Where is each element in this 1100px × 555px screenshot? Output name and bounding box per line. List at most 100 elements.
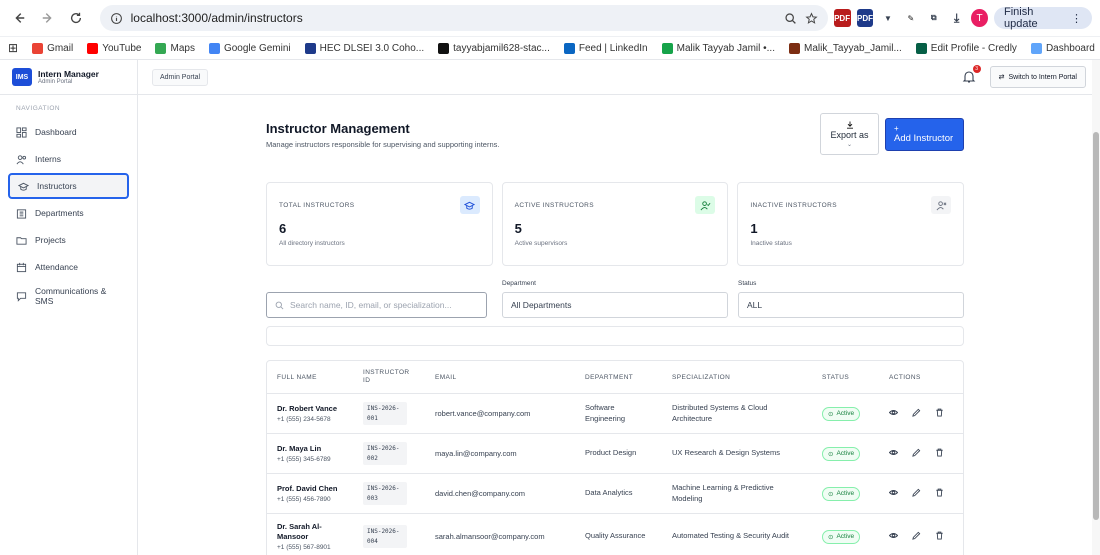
bookmark-label: Edit Profile - Credly [930, 42, 1017, 54]
status-cell: ⊙ Active [812, 486, 879, 501]
actions-cell [879, 488, 963, 499]
delete-trash-icon[interactable] [935, 448, 944, 459]
check-circle-icon: ⊙ [828, 450, 834, 458]
brand-title: Intern Manager [38, 69, 99, 79]
bookmark-label: YouTube [102, 42, 142, 54]
edit-pencil-icon[interactable] [912, 531, 921, 542]
bookmark-item[interactable]: Feed | LinkedIn [563, 42, 648, 54]
actions-cell [879, 448, 963, 459]
sidebar-item-projects[interactable]: Projects [8, 227, 129, 253]
status-label: Active [836, 450, 855, 457]
back-button[interactable] [8, 6, 31, 30]
instructor-specialization: Machine Learning & Predictive Modeling [672, 483, 774, 503]
bookmark-item[interactable]: Maps [155, 42, 195, 54]
id-cell: INS-2026-002 [353, 441, 425, 466]
delete-trash-icon[interactable] [935, 408, 944, 419]
table-header: FULL NAME INSTRUCTOR ID EMAIL DEPARTMENT… [267, 361, 963, 393]
add-instructor-button[interactable]: + Add Instructor [885, 118, 964, 151]
bookmark-item[interactable]: Gmail [32, 42, 73, 54]
apps-grid-icon[interactable]: ⊞ [8, 41, 18, 55]
stat-label: INACTIVE INSTRUCTORS [750, 202, 837, 209]
stats-row: TOTAL INSTRUCTORS 6 All directory instru… [266, 182, 965, 266]
sidebar-item-instructors[interactable]: Instructors [8, 173, 129, 199]
edit-pencil-icon[interactable] [912, 448, 921, 459]
instructor-specialization: Automated Testing & Security Audit [672, 531, 790, 541]
stat-subtext: Active supervisors [514, 240, 568, 247]
sidebar-item-departments[interactable]: Departments [8, 200, 129, 226]
view-eye-icon[interactable] [888, 408, 899, 419]
sidebar-item-label: Interns [35, 154, 61, 164]
bookmark-item[interactable]: YouTube [87, 42, 142, 54]
bookmark-favicon-icon [304, 42, 316, 54]
view-eye-icon[interactable] [888, 531, 899, 542]
delete-trash-icon[interactable] [935, 488, 944, 499]
export-button[interactable]: Export as ⌄ [820, 113, 879, 155]
instructor-department: Product Design [585, 448, 637, 458]
column-header: INSTRUCTOR ID [363, 369, 410, 384]
instructor-id: INS-2026-003 [363, 481, 407, 506]
puzzle-extensions-icon[interactable]: ⧉ [925, 9, 942, 27]
sidebar-item-label: Dashboard [35, 127, 77, 137]
bookmark-item[interactable]: HEC DLSEI 3.0 Coho... [304, 42, 425, 54]
pdf-extension-icon[interactable]: PDF [833, 9, 851, 27]
instructor-name: Dr. Robert Vance [277, 404, 338, 414]
switch-portal-button[interactable]: ⇄ Switch to Intern Portal [989, 66, 1086, 88]
sidebar-item-interns[interactable]: Interns [8, 146, 129, 172]
edit-pencil-icon[interactable] [912, 488, 921, 499]
bookmark-item[interactable]: Dashboard [1030, 42, 1095, 54]
status-label: Active [836, 490, 855, 497]
shield-extension-icon[interactable]: ▼ [879, 9, 896, 27]
reload-button[interactable] [65, 6, 88, 30]
bookmark-item[interactable]: Malik Tayyab Jamil •... [661, 42, 775, 54]
star-icon[interactable] [805, 11, 818, 25]
reload-icon [71, 12, 82, 24]
browser-toolbar: localhost:3000/admin/instructors PDF PDF… [0, 0, 1100, 37]
instructor-id: INS-2026-004 [363, 524, 407, 549]
finish-update-button[interactable]: Finish update ⋮ [993, 6, 1092, 30]
bookmark-item[interactable]: Google Gemini [208, 42, 291, 54]
sidebar-item-attendance[interactable]: Attendance [8, 254, 129, 280]
switch-portal-label: Switch to Intern Portal [1008, 73, 1077, 81]
bookmark-label: Dashboard [1045, 42, 1095, 54]
page-scrollbar[interactable] [1092, 60, 1100, 555]
zoom-icon[interactable] [784, 12, 797, 25]
instructors-table: FULL NAME INSTRUCTOR ID EMAIL DEPARTMENT… [266, 360, 964, 555]
search-icon [275, 301, 284, 309]
bookmark-item[interactable]: tayyabjamil628-stac... [438, 42, 550, 54]
bookmark-item[interactable]: Edit Profile - Credly [915, 42, 1017, 54]
department-select[interactable]: All Departments [502, 292, 728, 318]
instructor-name: Prof. David Chen [277, 484, 338, 494]
sidebar-item-dashboard[interactable]: Dashboard [8, 119, 129, 145]
scrollbar-thumb[interactable] [1093, 132, 1099, 520]
actions-cell [879, 531, 963, 542]
notifications-button[interactable]: 3 [962, 65, 981, 84]
view-eye-icon[interactable] [888, 488, 899, 499]
bookmark-label: HEC DLSEI 3.0 Coho... [319, 42, 425, 54]
address-bar[interactable]: localhost:3000/admin/instructors [99, 5, 828, 31]
arrow-left-icon [15, 13, 25, 23]
delete-trash-icon[interactable] [935, 531, 944, 542]
stat-value: 1 [750, 221, 758, 236]
portal-tag: Admin Portal [152, 68, 209, 86]
status-cell: ⊙ Active [812, 446, 879, 461]
view-eye-icon[interactable] [888, 448, 899, 459]
pdf-extension-icon-2[interactable]: PDF [856, 9, 874, 27]
profile-avatar[interactable]: T [971, 9, 988, 27]
stat-card-inactive: INACTIVE INSTRUCTORS 1 Inactive status [737, 182, 965, 266]
pen-extension-icon[interactable]: ✎ [902, 9, 919, 27]
sidebar: IMS Intern Manager Admin Portal NAVIGATI… [0, 60, 138, 555]
download-icon[interactable]: ⤓ [948, 9, 965, 27]
instructor-email: robert.vance@company.com [435, 409, 531, 418]
sidebar-item-communications[interactable]: Communications & SMS [8, 281, 129, 311]
user-x-icon [931, 196, 952, 214]
forward-button[interactable] [37, 6, 60, 30]
name-cell: Dr. Sarah Al-Mansoor +1 (555) 567-8901 [267, 522, 353, 551]
bookmark-favicon-icon [661, 42, 673, 54]
bookmark-item[interactable]: Malik_Tayyab_Jamil... [788, 42, 902, 54]
edit-pencil-icon[interactable] [912, 408, 921, 419]
status-select[interactable]: ALL [738, 292, 964, 318]
topbar: Admin Portal 3 ⇄ Switch to Intern Portal [138, 60, 1100, 95]
main-content: Admin Portal 3 ⇄ Switch to Intern Portal… [138, 60, 1100, 555]
search-input[interactable]: Search name, ID, email, or specializatio… [266, 292, 487, 318]
finish-update-label: Finish update [1003, 6, 1038, 30]
